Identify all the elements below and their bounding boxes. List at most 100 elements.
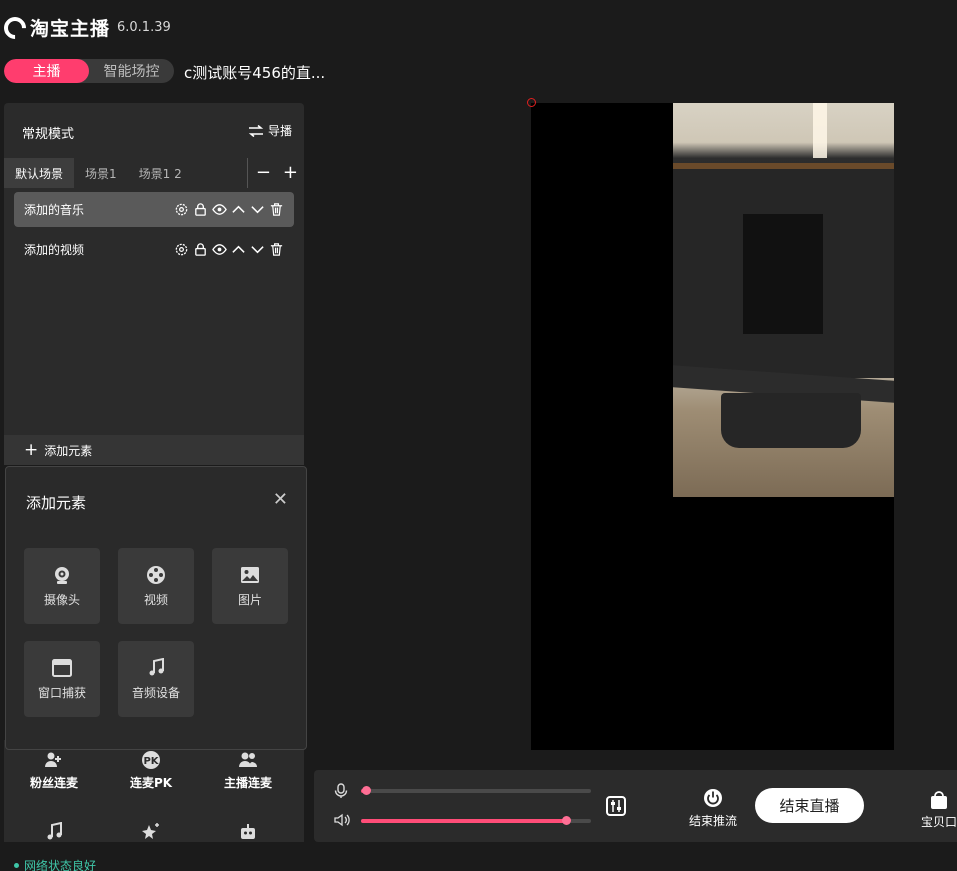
record-indicator-icon: [527, 98, 536, 107]
tile-label: 摄像头: [43, 592, 80, 607]
add-element-label: 添加元素: [44, 443, 93, 458]
network-status: 网络状态良好: [14, 857, 96, 871]
lock-icon[interactable]: [193, 202, 208, 217]
close-icon[interactable]: ✕: [273, 489, 288, 510]
users-icon: [239, 752, 257, 767]
trash-icon[interactable]: [269, 202, 284, 217]
element-row-music[interactable]: 添加的音乐: [14, 192, 294, 227]
tile-label: 图片: [237, 592, 262, 607]
host-mode-tab[interactable]: 主播: [4, 59, 89, 83]
mic-volume-slider[interactable]: [361, 786, 591, 795]
feature-label: 粉丝连麦: [29, 776, 78, 790]
speaker-icon[interactable]: [334, 813, 350, 827]
feature-grid: 粉丝连麦 PK 连麦PK 主播连麦: [4, 740, 304, 842]
swap-arrows-icon: [248, 124, 264, 137]
scene-tools: − +: [246, 158, 304, 188]
plus-icon: +: [24, 440, 39, 460]
scene-panel: 常规模式 导播 默认场景 场景1 场景1 2 − + 添加的音乐 添加的视频: [4, 103, 304, 465]
audio-mixer-icon[interactable]: [606, 796, 626, 816]
tile-video[interactable]: 视频: [118, 548, 194, 624]
remove-scene-icon[interactable]: −: [256, 164, 271, 182]
link-pk-button[interactable]: PK 连麦PK: [101, 750, 201, 791]
chevron-up-icon[interactable]: [231, 242, 246, 257]
trash-icon[interactable]: [269, 242, 284, 257]
robot-feature-button[interactable]: [198, 822, 298, 842]
mixer-sliders-icon: [611, 800, 621, 812]
users-icon: [45, 752, 61, 767]
tile-window-capture[interactable]: 窗口捕获: [24, 641, 100, 717]
speaker-volume-fill: [361, 819, 566, 823]
microphone-icon[interactable]: [334, 783, 348, 799]
network-status-text: 网络状态良好: [24, 859, 97, 871]
app-name: 淘宝主播: [30, 18, 111, 40]
eye-icon[interactable]: [212, 202, 227, 217]
stop-push-button[interactable]: 结束推流: [689, 788, 737, 829]
mode-toggle[interactable]: 主播 智能场控: [4, 59, 174, 83]
status-dot-icon: [14, 863, 19, 868]
element-actions: [174, 202, 284, 217]
tile-image[interactable]: 图片: [212, 548, 288, 624]
logo-icon: [0, 11, 31, 44]
host-link-button[interactable]: 主播连麦: [198, 750, 298, 791]
tab-scene-1-2[interactable]: 场景1 2: [128, 158, 193, 188]
product-port-button[interactable]: 宝贝口: [921, 790, 957, 830]
panel-header: 常规模式 导播: [4, 103, 304, 158]
add-element-button[interactable]: + 添加元素: [4, 435, 304, 465]
account-title: c测试账号456的直...: [184, 64, 326, 82]
app-version: 6.0.1.39: [117, 20, 171, 35]
robot-icon: [241, 824, 255, 839]
camera-feed-monitor-stand: [721, 393, 861, 448]
popup-title: 添加元素: [26, 494, 87, 512]
element-actions: [174, 242, 284, 257]
music-feature-button[interactable]: [4, 822, 104, 842]
smart-control-tab[interactable]: 智能场控: [89, 59, 174, 83]
element-label: 添加的视频: [24, 243, 85, 257]
add-scene-icon[interactable]: +: [283, 164, 298, 182]
tile-audio-device[interactable]: 音频设备: [118, 641, 194, 717]
fan-link-button[interactable]: 粉丝连麦: [4, 750, 104, 791]
tile-label: 音频设备: [131, 685, 180, 700]
element-label: 添加的音乐: [24, 203, 85, 217]
pk-icon: PK: [142, 751, 160, 769]
camera-feed[interactable]: [673, 103, 894, 497]
director-button[interactable]: 导播: [248, 122, 292, 139]
eye-icon[interactable]: [212, 242, 227, 257]
effects-feature-button[interactable]: [101, 822, 201, 842]
director-label: 导播: [267, 124, 292, 138]
end-live-button[interactable]: 结束直播: [755, 788, 864, 823]
webcam-icon: [55, 566, 69, 584]
stop-push-label: 结束推流: [689, 814, 738, 828]
tab-default-scene[interactable]: 默认场景: [4, 158, 75, 188]
tile-label: 视频: [143, 592, 168, 607]
product-port-label: 宝贝口: [921, 815, 957, 829]
tile-label: 窗口捕获: [37, 685, 86, 700]
scene-tabs: 默认场景 场景1 场景1 2 − +: [4, 158, 304, 188]
add-element-popup: 添加元素 ✕ 摄像头 视频 图片 窗口捕获 音频设备: [5, 466, 307, 750]
gear-icon[interactable]: [174, 202, 189, 217]
mic-volume-knob[interactable]: [361, 786, 371, 795]
feature-label: 连麦PK: [129, 776, 173, 790]
music-note-icon: [47, 822, 62, 840]
speaker-volume-slider[interactable]: [361, 816, 591, 825]
music-note-icon: [149, 657, 164, 675]
camera-feed-light: [813, 103, 827, 158]
camera-feed-monitor-content: [743, 214, 823, 334]
shopping-bag-icon: [931, 791, 947, 809]
film-reel-icon: [147, 565, 165, 584]
chevron-up-icon[interactable]: [231, 202, 246, 217]
power-icon: [704, 789, 722, 807]
element-row-video[interactable]: 添加的视频: [14, 232, 294, 267]
tile-camera[interactable]: 摄像头: [24, 548, 100, 624]
gear-icon[interactable]: [174, 242, 189, 257]
app-logo: 淘宝主播: [0, 11, 111, 44]
window-icon: [52, 658, 72, 677]
speaker-volume-knob[interactable]: [561, 816, 571, 825]
mode-title: 常规模式: [22, 127, 75, 142]
chevron-down-icon[interactable]: [250, 202, 265, 217]
chevron-down-icon[interactable]: [250, 242, 265, 257]
lock-icon[interactable]: [193, 242, 208, 257]
tab-scene-1[interactable]: 场景1: [74, 158, 128, 188]
pk-badge-text: PK: [143, 756, 159, 767]
image-icon: [241, 566, 259, 583]
sparkle-star-icon: [142, 823, 159, 839]
